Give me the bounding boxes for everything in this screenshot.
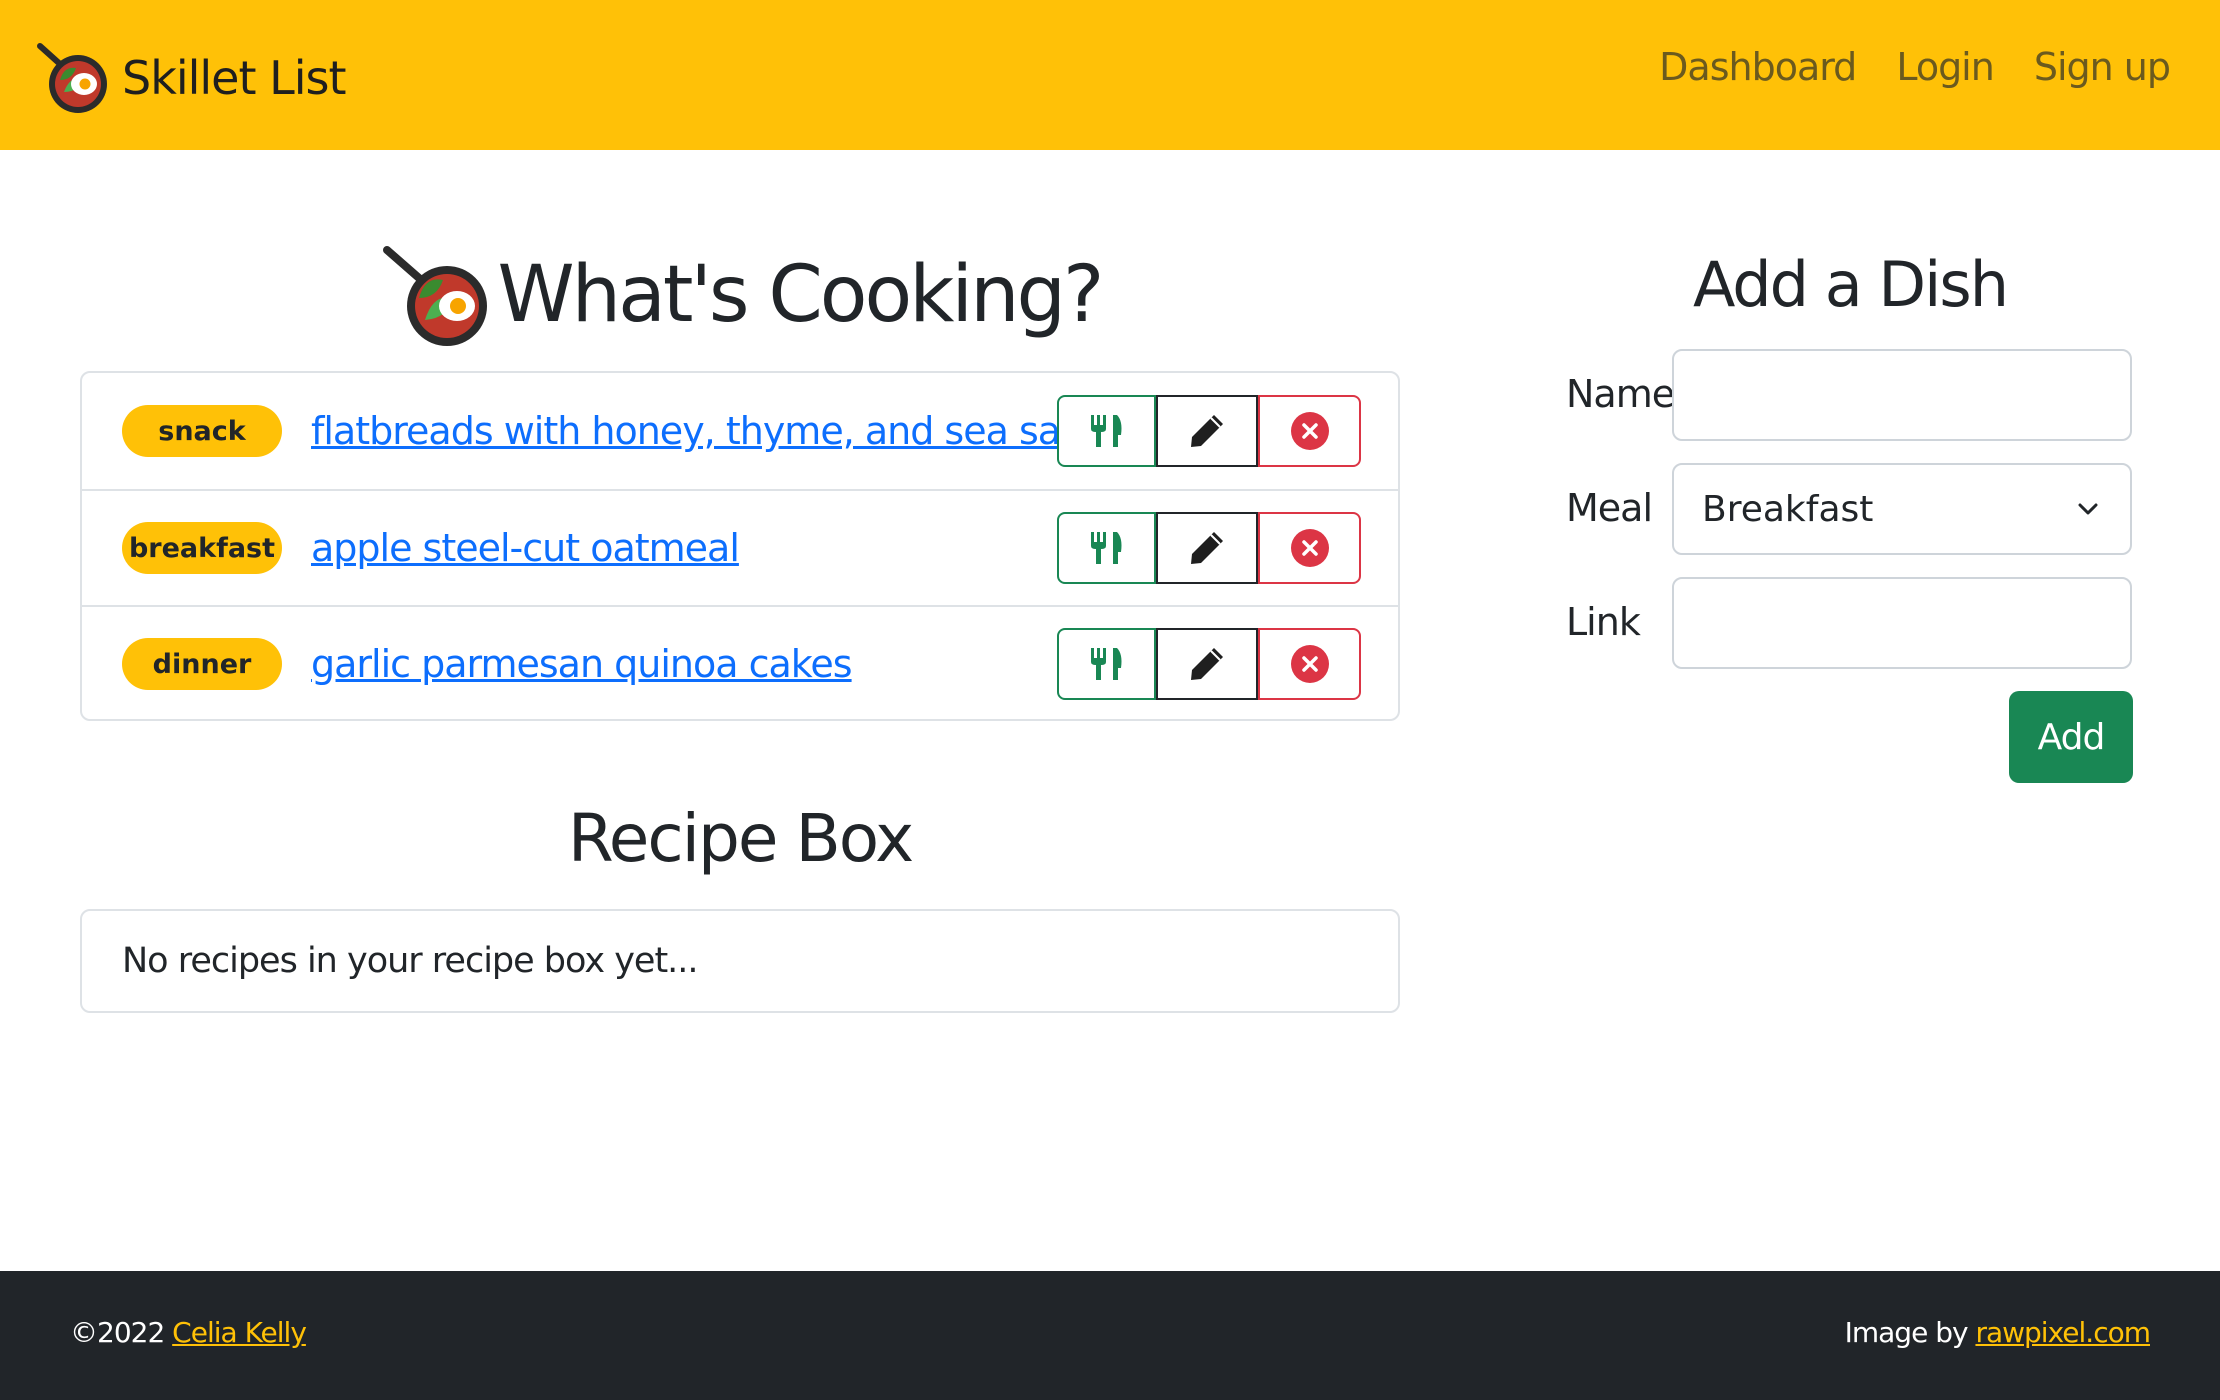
navbar: Skillet List Dashboard Login Sign up bbox=[0, 0, 2220, 150]
copyright-text: ©2022 bbox=[70, 1316, 165, 1349]
footer: ©2022 Celia Kelly Image by rawpixel.com bbox=[0, 1271, 2220, 1400]
meal-badge: dinner bbox=[122, 638, 282, 690]
dish-actions bbox=[1057, 628, 1361, 700]
pencil-icon bbox=[1191, 415, 1223, 447]
page-title: What's Cooking? bbox=[80, 240, 1400, 350]
add-dish-title: Add a Dish bbox=[1692, 248, 2009, 321]
close-circle-icon bbox=[1290, 412, 1329, 450]
edit-button[interactable] bbox=[1156, 512, 1258, 584]
nav-link-login[interactable]: Login bbox=[1896, 45, 1995, 89]
dish-actions bbox=[1057, 512, 1361, 584]
meal-badge: snack bbox=[122, 405, 282, 457]
cook-button[interactable] bbox=[1057, 628, 1156, 700]
nav-link-signup[interactable]: Sign up bbox=[2034, 45, 2171, 89]
nav-link-dashboard[interactable]: Dashboard bbox=[1659, 45, 1857, 89]
dish-actions bbox=[1057, 395, 1361, 467]
utensils-icon bbox=[1090, 415, 1121, 447]
recipe-box: No recipes in your recipe box yet... bbox=[80, 909, 1400, 1013]
nav-links: Dashboard Login Sign up bbox=[1659, 45, 2171, 89]
pencil-icon bbox=[1191, 532, 1223, 564]
skillet-egg-icon bbox=[37, 43, 107, 113]
close-circle-icon bbox=[1290, 529, 1329, 567]
footer-credit: Image by rawpixel.com bbox=[1844, 1316, 2151, 1349]
delete-button[interactable] bbox=[1258, 395, 1361, 467]
name-input[interactable] bbox=[1672, 349, 2132, 441]
dish-row: dinner garlic parmesan quinoa cakes bbox=[82, 605, 1398, 721]
dish-link[interactable]: flatbreads with honey, thyme, and sea sa… bbox=[311, 409, 1085, 453]
recipe-box-empty-text: No recipes in your recipe box yet... bbox=[122, 941, 699, 981]
brand-name: Skillet List bbox=[122, 51, 347, 105]
dish-list: snack flatbreads with honey, thyme, and … bbox=[80, 371, 1400, 721]
dish-row: snack flatbreads with honey, thyme, and … bbox=[82, 373, 1398, 489]
credit-link[interactable]: rawpixel.com bbox=[1975, 1316, 2151, 1349]
pencil-icon bbox=[1191, 648, 1223, 680]
edit-button[interactable] bbox=[1156, 628, 1258, 700]
skillet-egg-icon bbox=[382, 246, 487, 346]
recipe-box-title: Recipe Box bbox=[567, 800, 914, 877]
close-circle-icon bbox=[1290, 645, 1329, 683]
name-label: Name bbox=[1566, 372, 1675, 416]
cook-button[interactable] bbox=[1057, 395, 1156, 467]
add-button[interactable]: Add bbox=[2009, 691, 2133, 783]
delete-button[interactable] bbox=[1258, 628, 1361, 700]
cook-button[interactable] bbox=[1057, 512, 1156, 584]
brand-link[interactable]: Skillet List bbox=[34, 38, 347, 118]
utensils-icon bbox=[1090, 532, 1121, 564]
delete-button[interactable] bbox=[1258, 512, 1361, 584]
meal-select[interactable]: Breakfast bbox=[1672, 463, 2132, 555]
dish-link[interactable]: apple steel-cut oatmeal bbox=[311, 526, 740, 570]
utensils-icon bbox=[1090, 648, 1121, 680]
credit-text: Image by bbox=[1844, 1316, 1969, 1349]
dish-link[interactable]: garlic parmesan quinoa cakes bbox=[311, 642, 853, 686]
meal-label: Meal bbox=[1566, 486, 1653, 530]
link-input[interactable] bbox=[1672, 577, 2132, 669]
dish-row: breakfast apple steel-cut oatmeal bbox=[82, 489, 1398, 605]
author-link[interactable]: Celia Kelly bbox=[172, 1316, 307, 1349]
chevron-down-icon bbox=[2078, 503, 2098, 515]
meal-select-value: Breakfast bbox=[1702, 488, 1874, 530]
link-label: Link bbox=[1566, 600, 1641, 644]
page-title-text: What's Cooking? bbox=[497, 250, 1105, 340]
footer-copyright: ©2022 Celia Kelly bbox=[70, 1316, 307, 1349]
meal-badge: breakfast bbox=[122, 522, 282, 574]
edit-button[interactable] bbox=[1156, 395, 1258, 467]
